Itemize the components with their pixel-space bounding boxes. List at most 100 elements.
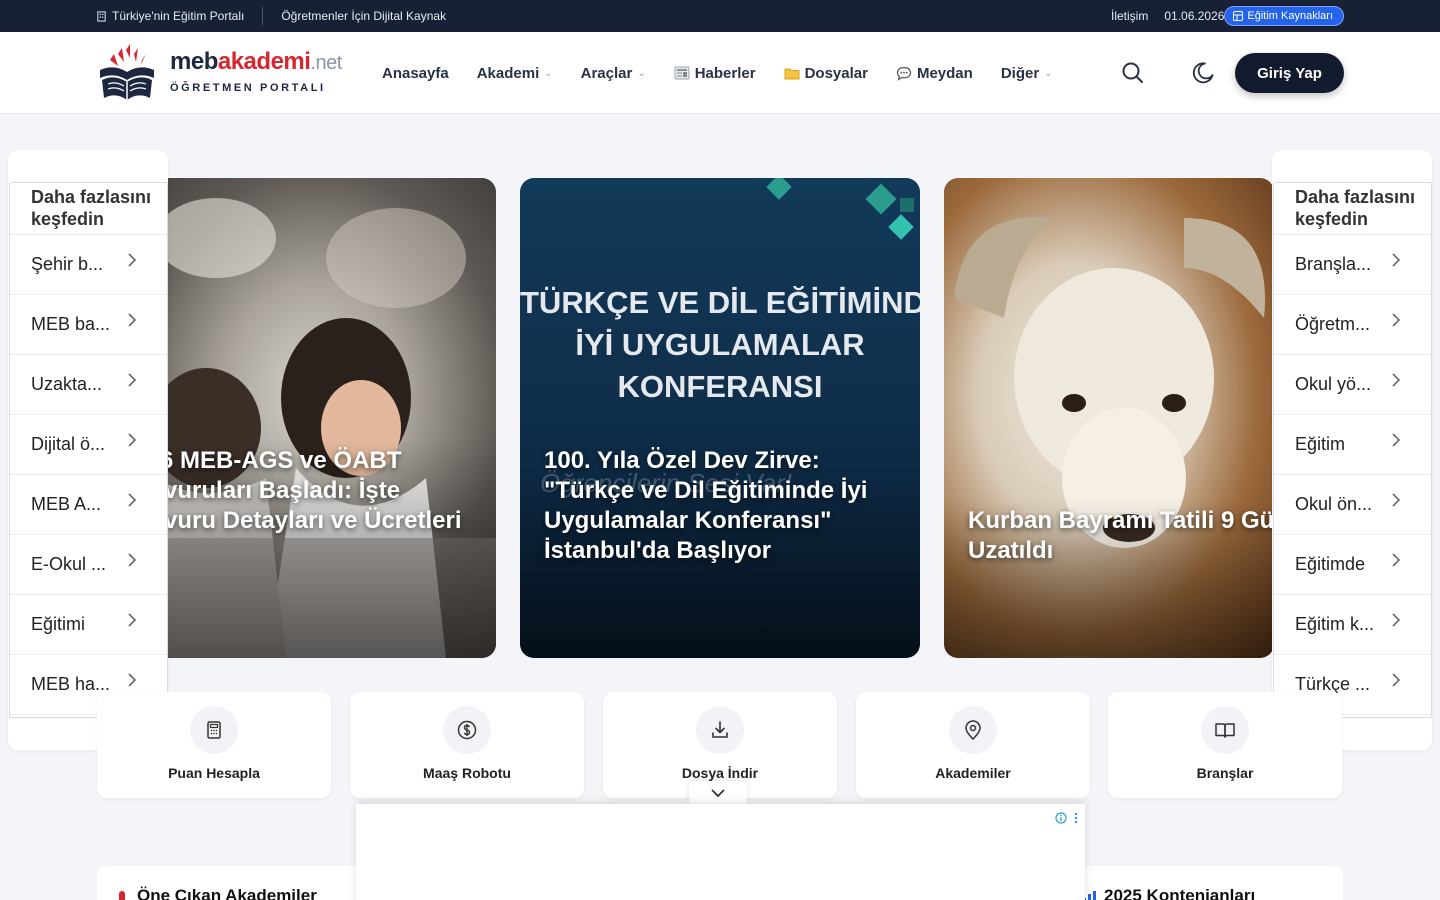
nav-academy-label: Akademi (476, 64, 540, 82)
discover-item[interactable]: Branşla... (1274, 235, 1431, 295)
banner-line-1: TÜRKÇE VE DİL EĞİTİMİNDE (520, 285, 920, 320)
quotas-section: 2025 Kontenjanları (1060, 866, 1343, 900)
book-icon (1201, 706, 1249, 754)
discover-item[interactable]: E-Okul ... (10, 535, 167, 595)
discover-item[interactable]: MEB ba... (10, 295, 167, 355)
portal-tagline-text: Türkiye'nin Eğitim Portalı (112, 9, 245, 23)
right-discover-panel: Daha fazlasını keşfedin Branşla... Öğret… (1273, 182, 1432, 718)
discover-item[interactable]: Eğitimi (10, 595, 167, 655)
discover-item-label: Okul ön... (1295, 494, 1373, 514)
discover-item[interactable]: Eğitim (1274, 415, 1431, 475)
featured-academies-section: Öne Çıkan Akademiler (97, 866, 397, 900)
nav-academy[interactable]: Akademi ⌄ (477, 65, 553, 82)
newspaper-icon (674, 66, 690, 80)
quick-link-label: Branşlar (1196, 765, 1254, 781)
portal-tagline: Türkiye'nin Eğitim Portalı (96, 9, 244, 23)
moon-icon[interactable] (1190, 60, 1216, 86)
chevron-down-icon: ⌄ (1044, 67, 1053, 79)
nav-tools[interactable]: Araçlar ⌄ (581, 65, 646, 82)
chevron-down-icon: ⌄ (544, 67, 553, 79)
card-title: 2026 MEB-AGS ve ÖABT Başvuruları Başladı… (120, 447, 462, 534)
discover-item[interactable]: Okul ön... (1274, 475, 1431, 535)
nav-news-label: Haberler (694, 64, 756, 82)
card-title: 100. Yıla Özel Dev Zirve: "Türkçe ve Dil… (544, 447, 868, 564)
nav-other[interactable]: Diğer ⌄ (1001, 65, 1053, 82)
chevron-right-icon (128, 673, 137, 687)
discover-heading: Daha fazlasını keşfedin (1274, 183, 1431, 235)
discover-item[interactable]: Okul yö... (1274, 355, 1431, 415)
discover-item-label: Eğitim (1295, 434, 1346, 454)
chevron-right-icon (1392, 253, 1401, 267)
location-pin-icon (949, 706, 997, 754)
nav-forum-label: Meydan (916, 64, 973, 82)
logo-book-icon (100, 44, 154, 100)
discover-item[interactable]: Şehir b... (10, 235, 167, 295)
discover-item-label: Eğitim k... (1295, 614, 1375, 634)
discover-item-label: Eğitimde (1295, 554, 1366, 574)
discover-item-label: Dijital ö... (31, 434, 106, 454)
chevron-right-icon (128, 433, 137, 447)
chevron-right-icon (128, 613, 137, 627)
folder-icon (784, 68, 800, 79)
chevron-down-icon (711, 788, 725, 797)
chevron-right-icon (128, 373, 137, 387)
nav-news[interactable]: Haberler (674, 65, 756, 82)
chevron-right-icon (128, 253, 137, 267)
chevron-right-icon (1392, 373, 1401, 387)
quick-link-label: Akademiler (935, 765, 1011, 781)
section-heading: Öne Çıkan Akademiler (137, 886, 317, 900)
search-icon[interactable] (1120, 60, 1146, 86)
chevron-right-icon (1392, 433, 1401, 447)
download-icon (696, 706, 744, 754)
discover-item[interactable]: Eğitimde (1274, 535, 1431, 595)
site-logo[interactable]: mebakademi.net ÖĞRETMEN PORTALI (96, 44, 356, 102)
ad-collapse-toggle[interactable] (689, 781, 747, 805)
education-resources-button[interactable]: Eğitim Kaynakları (1224, 6, 1344, 26)
featured-card-conference[interactable]: TÜRKÇE VE DİL EĞİTİMİNDE İYİ UYGULAMALAR… (520, 178, 920, 658)
nav-files[interactable]: Dosyalar (784, 65, 868, 82)
left-discover-panel: Daha fazlasını keşfedin Şehir b... MEB b… (9, 182, 168, 718)
chevron-right-icon (1392, 313, 1401, 327)
current-date: 01.06.2026 (1164, 9, 1225, 23)
quick-link-academies[interactable]: Akademiler (856, 692, 1090, 798)
logo-wordmark: mebakademi.net (170, 48, 342, 76)
discover-item[interactable]: Dijital ö... (10, 415, 167, 475)
conference-pattern (520, 178, 920, 658)
ram-photo (944, 217, 1274, 658)
login-button[interactable]: Giriş Yap (1235, 53, 1344, 93)
ad-banner[interactable] (356, 804, 1085, 900)
chevron-right-icon (1392, 673, 1401, 687)
quick-link-branches[interactable]: Branşlar (1108, 692, 1342, 798)
more-options-icon[interactable] (1073, 812, 1079, 824)
main-nav: Anasayfa Akademi ⌄ Araçlar ⌄ Haberler Dosy… (382, 32, 1081, 114)
info-icon[interactable] (1055, 812, 1067, 824)
discover-item[interactable]: Uzakta... (10, 355, 167, 415)
contact-link[interactable]: İletişim (1111, 9, 1148, 23)
quick-link-score-calculator[interactable]: Puan Hesapla (97, 692, 331, 798)
discover-item[interactable]: Öğretm... (1274, 295, 1431, 355)
building-icon (97, 10, 106, 22)
nav-tools-label: Araçlar (580, 64, 633, 82)
featured-card-holiday[interactable]: Kurban Bayramı Tatili 9 Güne Uzatıldı (944, 178, 1274, 658)
quick-link-label: Dosya İndir (681, 765, 759, 781)
discover-item-label: Öğretm... (1295, 314, 1371, 334)
speech-bubble-icon (896, 66, 912, 81)
discover-item-label: Uzakta... (31, 374, 103, 394)
logo-part-meb: meb (170, 48, 218, 75)
section-heading: 2025 Kontenjanları (1104, 886, 1256, 900)
divider (262, 7, 264, 25)
banner-line-3: KONFERANSI (617, 369, 823, 404)
nav-forum[interactable]: Meydan (896, 65, 973, 82)
discover-item[interactable]: Eğitim k... (1274, 595, 1431, 655)
chevron-right-icon (128, 493, 137, 507)
nav-home[interactable]: Anasayfa (382, 65, 449, 82)
discover-item-label: Okul yö... (1295, 374, 1372, 394)
section-accent-bar (119, 891, 125, 900)
grid-icon (1233, 11, 1244, 21)
discover-item-label: Branşla... (1295, 254, 1372, 274)
logo-subtitle: ÖĞRETMEN PORTALI (170, 82, 326, 94)
quick-link-salary-robot[interactable]: Maaş Robotu (350, 692, 584, 798)
discover-item-label: Şehir b... (31, 254, 104, 274)
discover-item[interactable]: MEB A... (10, 475, 167, 535)
nav-files-label: Dosyalar (804, 64, 868, 82)
